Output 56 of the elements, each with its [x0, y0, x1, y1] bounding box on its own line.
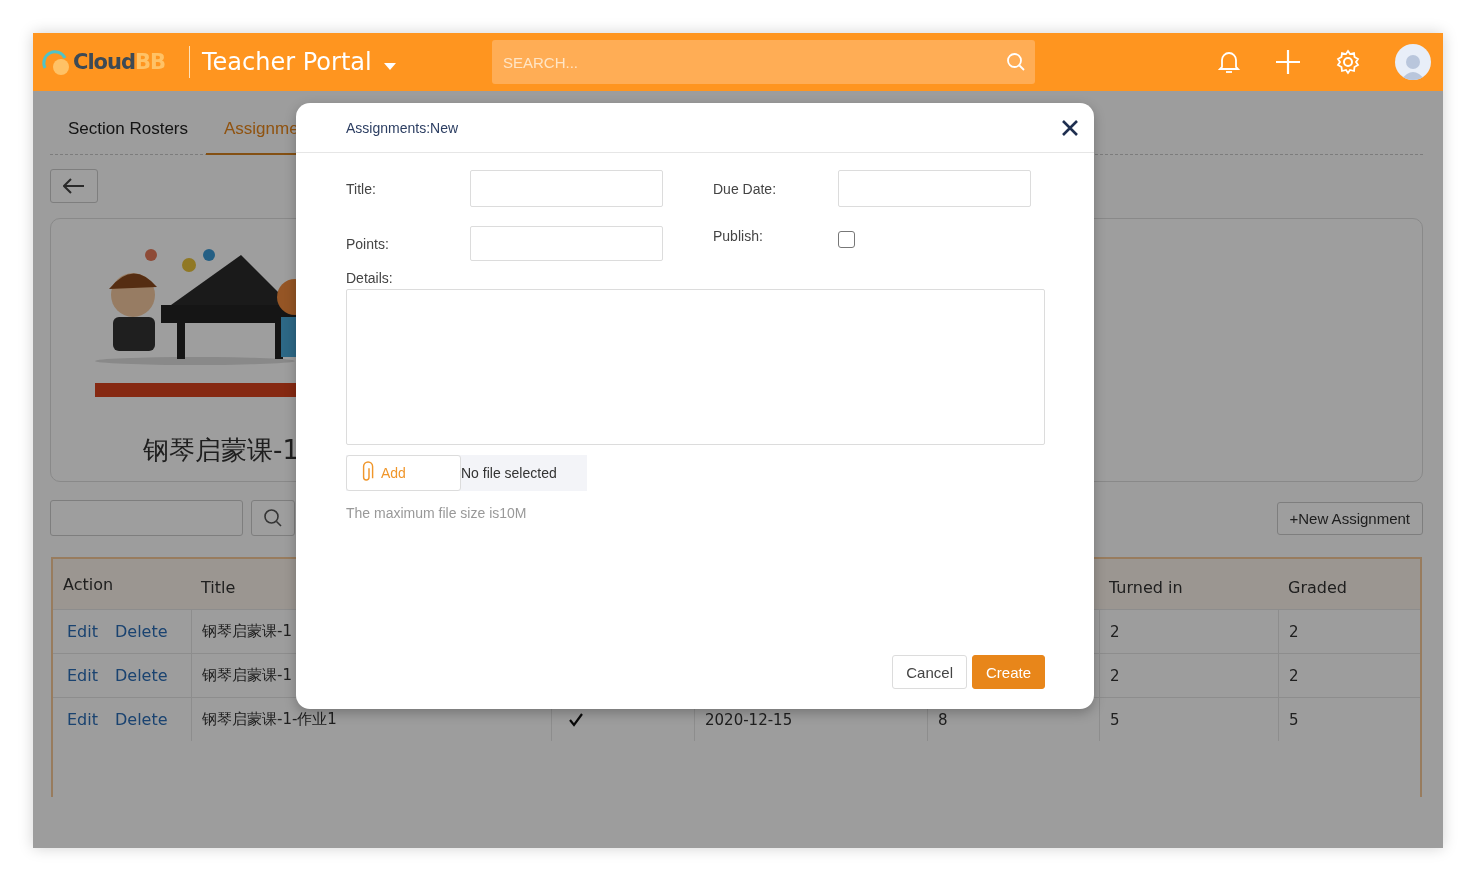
action-link[interactable]: Edit [67, 622, 98, 641]
arrow-left-icon [63, 178, 85, 194]
search-button[interactable] [251, 500, 295, 536]
avatar[interactable] [1395, 44, 1431, 80]
action-link[interactable]: Edit [67, 710, 98, 729]
search-field[interactable]: SEARCH... [492, 40, 1035, 84]
portal-title: Teacher Portal [202, 48, 372, 76]
column-header: Title [200, 576, 237, 599]
table-cell: 钢琴启蒙课-1 [202, 622, 292, 641]
logo-icon [39, 48, 71, 76]
field-label: Publish: [713, 228, 764, 244]
column-header: Turned in [1108, 576, 1184, 599]
column-header: Graded [1287, 576, 1348, 599]
new-assignment-button[interactable]: +New Assignment [1276, 501, 1423, 535]
search-icon [263, 508, 283, 528]
field-label: Points: [346, 235, 390, 252]
back-button[interactable] [50, 169, 98, 203]
table-cell: 8 [938, 710, 948, 729]
search-icon [1006, 52, 1026, 72]
details-field[interactable] [346, 289, 1045, 445]
table-cell: 钢琴启蒙课-1 [202, 666, 292, 685]
table-cell: 2020-12-15 [705, 710, 793, 729]
search-field[interactable] [50, 500, 243, 536]
table-cell: 5 [1289, 710, 1299, 729]
caret-icon[interactable] [383, 62, 396, 70]
action-link[interactable]: Delete [115, 710, 168, 729]
course-title: 钢琴启蒙课-1 [143, 434, 300, 467]
table-cell: 2 [1289, 622, 1299, 641]
file-status: No file selected [461, 465, 557, 481]
close-icon[interactable] [1062, 119, 1078, 136]
text-field[interactable] [470, 170, 663, 207]
text-field[interactable] [838, 170, 1031, 207]
table-cell: 5 [1110, 710, 1120, 729]
table-cell: 2 [1289, 666, 1299, 685]
table-cell: 钢琴启蒙课-1-作业1 [202, 710, 337, 729]
cancel-button[interactable]: Cancel [892, 655, 967, 689]
field-label: Due Date: [713, 180, 778, 197]
add-file-button[interactable]: Add [346, 455, 461, 491]
checkbox[interactable] [838, 231, 855, 248]
dialog-title: Assignments:New [346, 119, 459, 136]
field-label: Details: [346, 270, 394, 286]
tab[interactable]: Section Rosters [50, 119, 206, 155]
action-link[interactable]: Edit [67, 666, 98, 685]
column-header: Action [62, 573, 115, 596]
settings-icon[interactable] [1335, 49, 1361, 75]
plus-icon[interactable] [1275, 49, 1301, 75]
create-button[interactable]: Create [971, 655, 1045, 689]
logo-text: CloudBB [73, 50, 166, 74]
table-cell: 2 [1110, 622, 1120, 641]
text-field[interactable] [470, 226, 663, 261]
table-cell: 2 [1110, 666, 1120, 685]
action-link[interactable]: Delete [115, 666, 168, 685]
bell-icon[interactable] [1217, 49, 1241, 75]
field-label: Title: [346, 180, 377, 197]
action-link[interactable]: Delete [115, 622, 168, 641]
file-size-hint: The maximum file size is10M [346, 505, 528, 521]
